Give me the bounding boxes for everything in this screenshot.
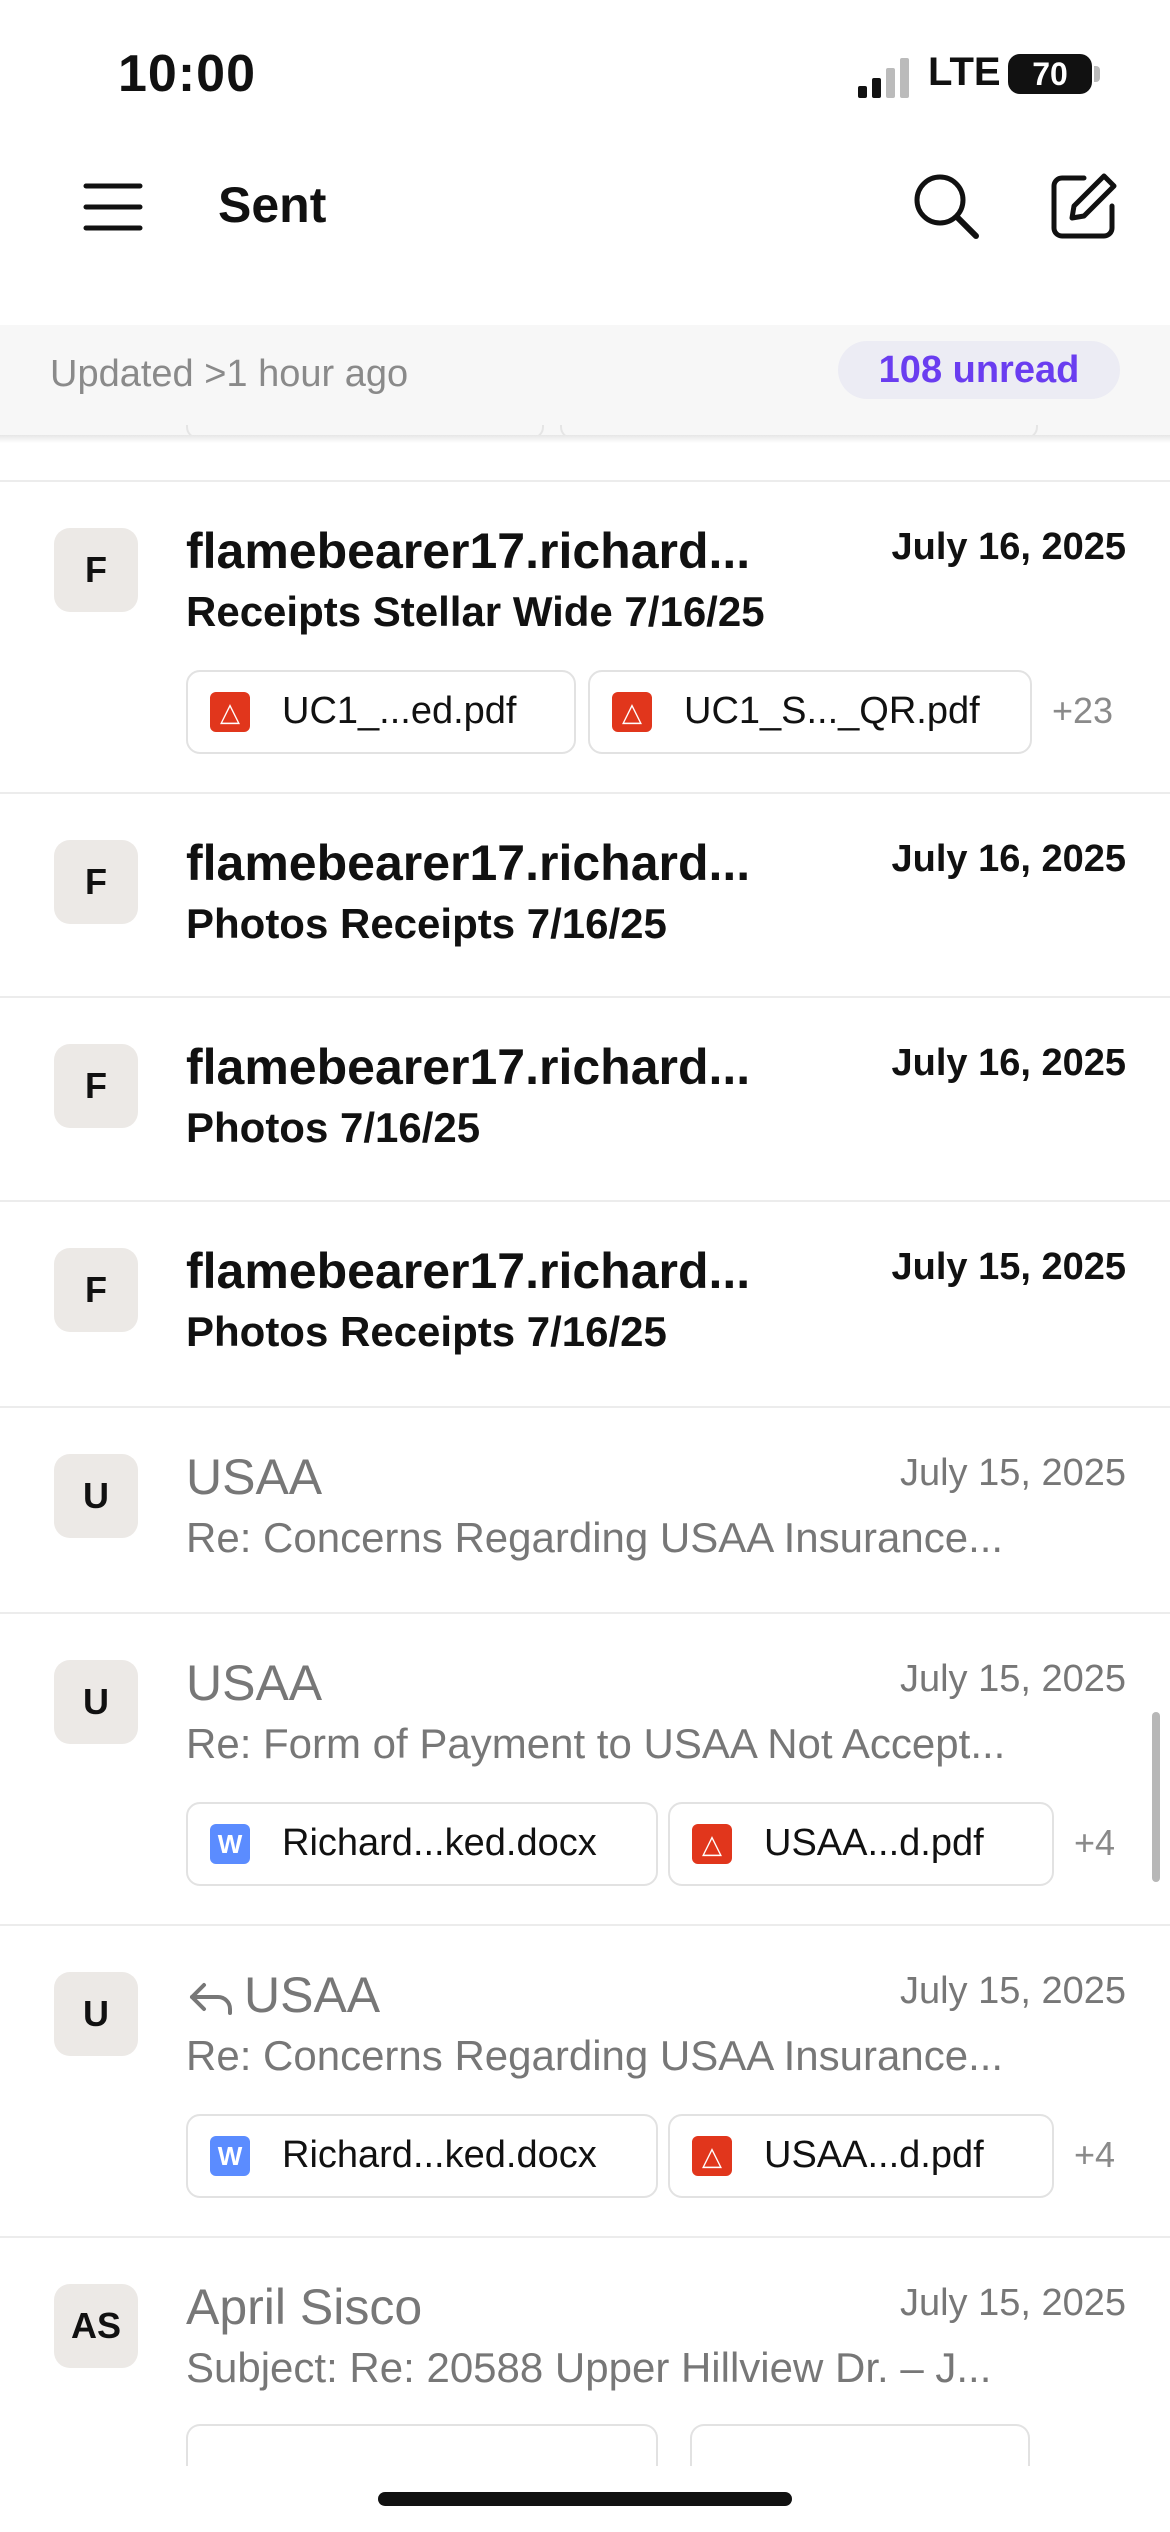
email-subject: Subject: Re: 20588 Upper Hillview Dr. – … [186, 2344, 992, 2391]
more-attachments-count[interactable]: +23 [1052, 690, 1113, 732]
email-subject: Photos Receipts 7/16/25 [186, 900, 667, 947]
replied-icon [190, 1982, 232, 2015]
pdf-icon: △ [210, 692, 250, 732]
sender-name: flamebearer17.richard... [186, 523, 751, 579]
email-date: July 15, 2025 [891, 1246, 1126, 1288]
partial-attachment-chip [186, 2424, 658, 2466]
attachment-chip[interactable]: W Richard...ked.docx [186, 1802, 658, 1886]
avatar: U [54, 1454, 138, 1538]
pdf-icon: △ [612, 692, 652, 732]
email-row[interactable]: AS April Sisco July 15, 2025 Subject: Re… [0, 2236, 1170, 2498]
attachment-name: Richard...ked.docx [282, 1822, 597, 1864]
mailbox-header: Sent [0, 150, 1170, 270]
partial-attachment-chip [690, 2424, 1030, 2466]
attachment-name: UC1_S..._QR.pdf [684, 690, 980, 732]
email-row[interactable]: F flamebearer17.richard... July 16, 2025… [0, 480, 1170, 794]
signal-strength-icon [858, 58, 909, 98]
updated-timestamp: Updated >1 hour ago [50, 353, 409, 395]
battery-icon: 70 [1008, 54, 1092, 94]
avatar: F [54, 1044, 138, 1128]
attachment-name: USAA...d.pdf [764, 2134, 984, 2176]
avatar: F [54, 840, 138, 924]
attachment-chip[interactable]: △ USAA...d.pdf [668, 1802, 1054, 1886]
email-subject: Re: Concerns Regarding USAA Insurance... [186, 2032, 1004, 2079]
pdf-icon: △ [692, 2136, 732, 2176]
network-type: LTE [928, 50, 1001, 94]
home-indicator[interactable] [378, 2492, 792, 2506]
email-subject: Receipts Stellar Wide 7/16/25 [186, 588, 765, 635]
email-date: July 15, 2025 [899, 2282, 1126, 2324]
email-date: July 15, 2025 [899, 1452, 1126, 1494]
divider-shadow [0, 435, 1170, 443]
more-attachments-count[interactable]: +4 [1074, 2134, 1115, 2176]
sender-line: USAA [186, 1966, 826, 2024]
sender-name: USAA [186, 1655, 323, 1711]
avatar: F [54, 528, 138, 612]
sender-name: flamebearer17.richard... [186, 835, 751, 891]
sender-name: flamebearer17.richard... [186, 1243, 751, 1299]
compose-icon[interactable] [1048, 170, 1120, 242]
sender-name: April Sisco [186, 2279, 423, 2335]
avatar: U [54, 1972, 138, 2056]
email-date: July 15, 2025 [899, 1658, 1126, 1700]
attachment-chip[interactable]: W Richard...ked.docx [186, 2114, 658, 2198]
attachment-chip[interactable]: △ UC1_S..._QR.pdf [588, 670, 1032, 754]
email-row[interactable]: F flamebearer17.richard... July 16, 2025… [0, 792, 1170, 998]
sender-name: flamebearer17.richard... [186, 1039, 751, 1095]
email-subject: Photos Receipts 7/16/25 [186, 1308, 667, 1355]
attachment-name: Richard...ked.docx [282, 2134, 597, 2176]
email-date: July 16, 2025 [891, 1042, 1126, 1084]
scrollbar[interactable] [1152, 1712, 1160, 1882]
sender-name: USAA [244, 1967, 381, 2023]
avatar: F [54, 1248, 138, 1332]
avatar: U [54, 1660, 138, 1744]
word-doc-icon: W [210, 2136, 250, 2176]
page-title: Sent [218, 177, 327, 233]
email-row[interactable]: U USAA July 15, 2025 Re: Concerns Regard… [0, 1924, 1170, 2238]
email-date: July 16, 2025 [891, 838, 1126, 880]
email-row[interactable]: F flamebearer17.richard... July 16, 2025… [0, 996, 1170, 1202]
email-subject: Re: Form of Payment to USAA Not Accept..… [186, 1720, 1006, 1767]
pdf-icon: △ [692, 1824, 732, 1864]
email-row[interactable]: U USAA July 15, 2025 Re: Form of Payment… [0, 1612, 1170, 1926]
hamburger-menu-icon[interactable] [82, 176, 144, 238]
email-date: July 16, 2025 [891, 526, 1126, 568]
status-bar: 10:00 LTE 70 [0, 0, 1170, 140]
sender-name: USAA [186, 1449, 323, 1505]
unread-count-badge[interactable]: 108 unread [838, 341, 1120, 399]
email-date: July 15, 2025 [899, 1970, 1126, 2012]
attachment-chip[interactable]: △ UC1_...ed.pdf [186, 670, 576, 754]
email-row[interactable]: U USAA July 15, 2025 Re: Concerns Regard… [0, 1406, 1170, 1614]
email-subject: Photos 7/16/25 [186, 1104, 481, 1151]
search-icon[interactable] [910, 170, 982, 242]
email-row[interactable]: F flamebearer17.richard... July 15, 2025… [0, 1200, 1170, 1408]
attachment-name: USAA...d.pdf [764, 1822, 984, 1864]
more-attachments-count[interactable]: +4 [1074, 1822, 1115, 1864]
attachment-name: UC1_...ed.pdf [282, 690, 517, 732]
email-subject: Re: Concerns Regarding USAA Insurance... [186, 1514, 1004, 1561]
battery-cap [1094, 66, 1100, 82]
attachment-chip[interactable]: △ USAA...d.pdf [668, 2114, 1054, 2198]
word-doc-icon: W [210, 1824, 250, 1864]
sync-status-bar: Updated >1 hour ago 108 unread [0, 325, 1170, 435]
avatar: AS [54, 2284, 138, 2368]
status-time: 10:00 [118, 45, 256, 103]
